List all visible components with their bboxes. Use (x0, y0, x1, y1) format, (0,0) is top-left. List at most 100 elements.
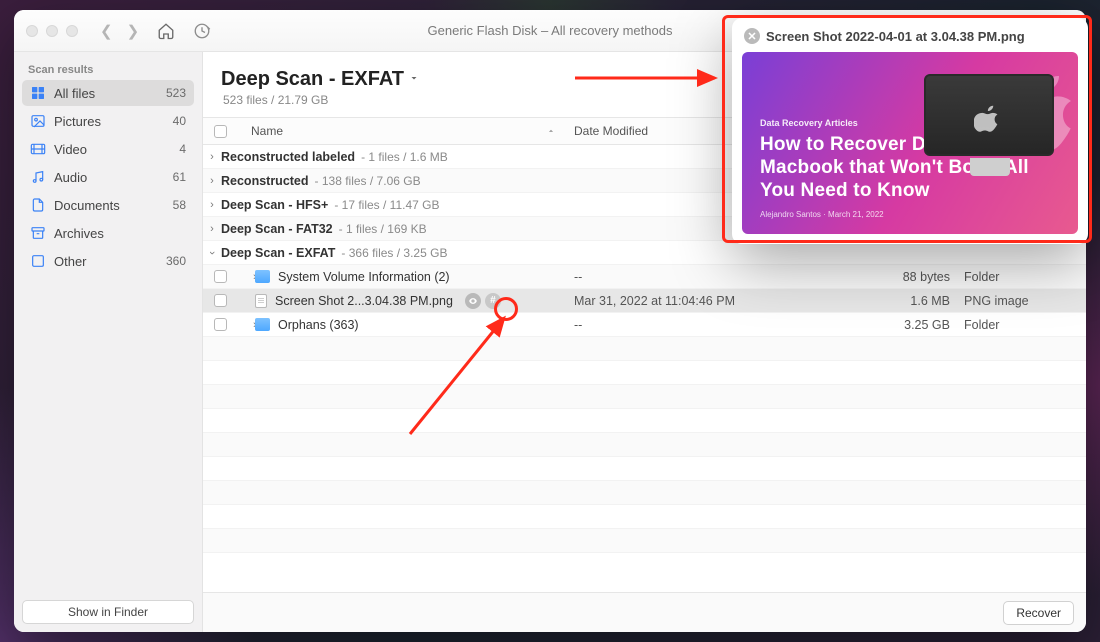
sidebar-item-label: Video (54, 142, 87, 157)
empty-row (203, 337, 1086, 361)
sidebar-item-label: Audio (54, 170, 87, 185)
sidebar-item-count: 61 (173, 170, 186, 184)
close-window-icon[interactable] (26, 25, 38, 37)
scan-title-dropdown-icon[interactable] (408, 71, 420, 89)
history-icon[interactable] (193, 22, 211, 40)
minimize-window-icon[interactable] (46, 25, 58, 37)
recover-button[interactable]: Recover (1003, 601, 1074, 625)
file-size: 88 bytes (866, 270, 956, 284)
sidebar-item-label: Pictures (54, 114, 101, 129)
sidebar-item-archives[interactable]: Archives (22, 220, 194, 246)
file-size: 3.25 GB (866, 318, 956, 332)
empty-row (203, 361, 1086, 385)
group-label: Deep Scan - HFS+ (221, 198, 328, 212)
sidebar-item-label: Documents (54, 198, 120, 213)
empty-row (203, 385, 1086, 409)
sidebar: Scan results All files 523 Pictures 40 V… (14, 52, 203, 632)
group-meta: - 17 files / 11.47 GB (334, 198, 439, 212)
empty-row (203, 505, 1086, 529)
traffic-lights (26, 25, 78, 37)
disclosure-icon[interactable]: › (203, 151, 221, 163)
preview-eyebrow: Data Recovery Articles (760, 118, 1060, 128)
empty-row (203, 409, 1086, 433)
group-meta: - 138 files / 7.06 GB (315, 174, 421, 188)
zoom-window-icon[interactable] (66, 25, 78, 37)
disclosure-icon[interactable]: › (203, 199, 221, 211)
sidebar-item-documents[interactable]: Documents 58 (22, 192, 194, 218)
sidebar-item-pictures[interactable]: Pictures 40 (22, 108, 194, 134)
thumbnail-illustration (914, 74, 1064, 184)
sidebar-item-label: Archives (54, 226, 104, 241)
group-label: Deep Scan - EXFAT (221, 246, 335, 260)
grid-icon (30, 85, 46, 101)
preview-image: Data Recovery Articles How to Recover Da… (742, 52, 1078, 234)
disclosure-icon[interactable]: › (203, 223, 221, 235)
file-kind: Folder (956, 318, 1086, 332)
row-checkbox[interactable] (214, 270, 227, 283)
sidebar-item-label: All files (54, 86, 95, 101)
sidebar-item-count: 4 (179, 142, 186, 156)
file-kind: Folder (956, 270, 1086, 284)
empty-row (203, 457, 1086, 481)
sidebar-item-count: 58 (173, 198, 186, 212)
column-name[interactable]: Name (237, 124, 566, 138)
sidebar-item-count: 360 (166, 254, 186, 268)
column-date-label: Date Modified (574, 124, 648, 138)
group-row[interactable]: › Deep Scan - EXFAT - 366 files / 3.25 G… (203, 241, 1086, 265)
row-checkbox[interactable] (214, 294, 227, 307)
sidebar-item-all-files[interactable]: All files 523 (22, 80, 194, 106)
file-date: Mar 31, 2022 at 11:04:46 PM (566, 294, 866, 308)
file-name: Screen Shot 2...3.04.38 PM.png (275, 294, 453, 308)
preview-eye-icon[interactable] (465, 293, 481, 309)
sidebar-item-audio[interactable]: Audio 61 (22, 164, 194, 190)
column-name-label: Name (251, 124, 283, 138)
hex-view-icon[interactable]: # (485, 293, 501, 309)
group-label: Deep Scan - FAT32 (221, 222, 333, 236)
nav-back-icon[interactable]: ❮ (100, 22, 113, 40)
file-icon (255, 294, 267, 308)
disclosure-icon[interactable]: › (237, 271, 255, 283)
group-meta: - 1 files / 169 KB (339, 222, 427, 236)
scan-title: Deep Scan - EXFAT (221, 68, 404, 91)
file-name: Orphans (363) (278, 318, 359, 332)
row-checkbox[interactable] (214, 318, 227, 331)
group-meta: - 366 files / 3.25 GB (341, 246, 447, 260)
empty-row (203, 529, 1086, 553)
sidebar-item-video[interactable]: Video 4 (22, 136, 194, 162)
folder-icon (255, 270, 270, 283)
file-size: 1.6 MB (866, 294, 956, 308)
file-row[interactable]: › System Volume Information (2) -- 88 by… (203, 265, 1086, 289)
file-row-selected[interactable]: Screen Shot 2...3.04.38 PM.png # Mar 31,… (203, 289, 1086, 313)
sidebar-item-count: 523 (166, 86, 186, 100)
show-in-finder-button[interactable]: Show in Finder (22, 600, 194, 624)
audio-icon (30, 169, 46, 185)
disclosure-icon[interactable]: › (203, 175, 221, 187)
preview-popover: ✕ Screen Shot 2022-04-01 at 3.04.38 PM.p… (732, 18, 1088, 244)
group-meta: - 1 files / 1.6 MB (361, 150, 448, 164)
sidebar-item-label: Other (54, 254, 87, 269)
footer: Recover (203, 592, 1086, 632)
file-kind: PNG image (956, 294, 1086, 308)
empty-row (203, 481, 1086, 505)
disclosure-open-icon[interactable]: › (206, 244, 218, 262)
sidebar-item-other[interactable]: Other 360 (22, 248, 194, 274)
disclosure-icon[interactable]: › (237, 319, 255, 331)
file-row[interactable]: › Orphans (363) -- 3.25 GB Folder (203, 313, 1086, 337)
file-date: -- (566, 270, 866, 284)
image-icon (30, 113, 46, 129)
document-icon (30, 197, 46, 213)
select-all-checkbox[interactable] (214, 125, 227, 138)
archive-icon (30, 225, 46, 241)
close-preview-icon[interactable]: ✕ (744, 28, 760, 44)
file-date: -- (566, 318, 866, 332)
video-icon (30, 141, 46, 157)
preview-title: Screen Shot 2022-04-01 at 3.04.38 PM.png (766, 29, 1025, 44)
group-label: Reconstructed labeled (221, 150, 355, 164)
preview-byline: Alejandro Santos · March 21, 2022 (760, 210, 1060, 219)
sidebar-item-count: 40 (173, 114, 186, 128)
empty-row (203, 433, 1086, 457)
nav-forward-icon[interactable]: ❯ (127, 22, 140, 40)
other-icon (30, 253, 46, 269)
folder-icon (255, 318, 270, 331)
home-icon[interactable] (157, 22, 175, 40)
